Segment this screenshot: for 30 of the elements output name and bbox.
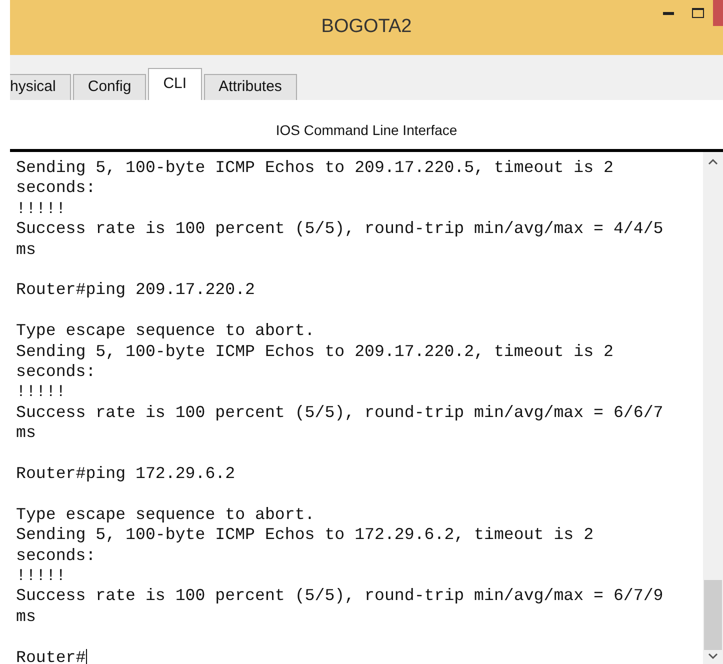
terminal-line: Sending 5, 100-byte ICMP Echos to 209.17.220.5, timeout is 2 xyxy=(16,158,614,178)
terminal-line: ms xyxy=(16,423,36,444)
terminal-line: Router#ping 209.17.220.2 xyxy=(16,280,255,301)
terminal-line: Success rate is 100 percent (5/5), round-trip min/avg/max = 4/4/5 xyxy=(16,219,664,240)
terminal-line: ms xyxy=(16,240,36,260)
tab[interactable]: CLI xyxy=(148,68,202,100)
terminal-line: !!!!! xyxy=(16,198,66,220)
panel-title: IOS Command Line Interface xyxy=(274,121,458,140)
terminal-line: Sending 5, 100-byte ICMP Echos to 172.29.6.2, timeout is 2 xyxy=(16,525,594,546)
scroll-thumb[interactable] xyxy=(704,580,722,650)
terminal-line: Success rate is 100 percent (5/5), round-trip min/avg/max = 6/6/7 xyxy=(16,402,664,424)
tab[interactable]: Attributes xyxy=(204,74,297,100)
maximize-icon xyxy=(692,8,704,18)
terminal-line: Type escape sequence to abort. xyxy=(16,504,315,526)
prompt-line: Router# xyxy=(16,648,87,664)
scrollbar[interactable] xyxy=(703,152,723,664)
terminal-line: Sending 5, 100-byte ICMP Echos to 209.17.220.2, timeout is 2 xyxy=(16,342,614,362)
window-title: BOGOTA2 xyxy=(321,15,412,40)
terminal-line: seconds: xyxy=(16,362,96,382)
terminal-line: seconds: xyxy=(16,546,96,566)
terminal-line: Type escape sequence to abort. xyxy=(16,321,315,342)
terminal-line: seconds: xyxy=(16,178,96,199)
terminal-line: ms xyxy=(16,606,36,628)
terminal-line: !!!!! xyxy=(16,566,66,586)
terminal-line: !!!!! xyxy=(16,382,66,403)
minimize-icon xyxy=(662,12,674,14)
terminal-line: Success rate is 100 percent (5/5), round-trip min/avg/max = 6/7/9 xyxy=(16,586,664,607)
tab[interactable]: hysical xyxy=(10,74,71,100)
tab[interactable]: Config xyxy=(72,74,146,100)
terminal-line: Router#ping 172.29.6.2 xyxy=(16,464,236,484)
